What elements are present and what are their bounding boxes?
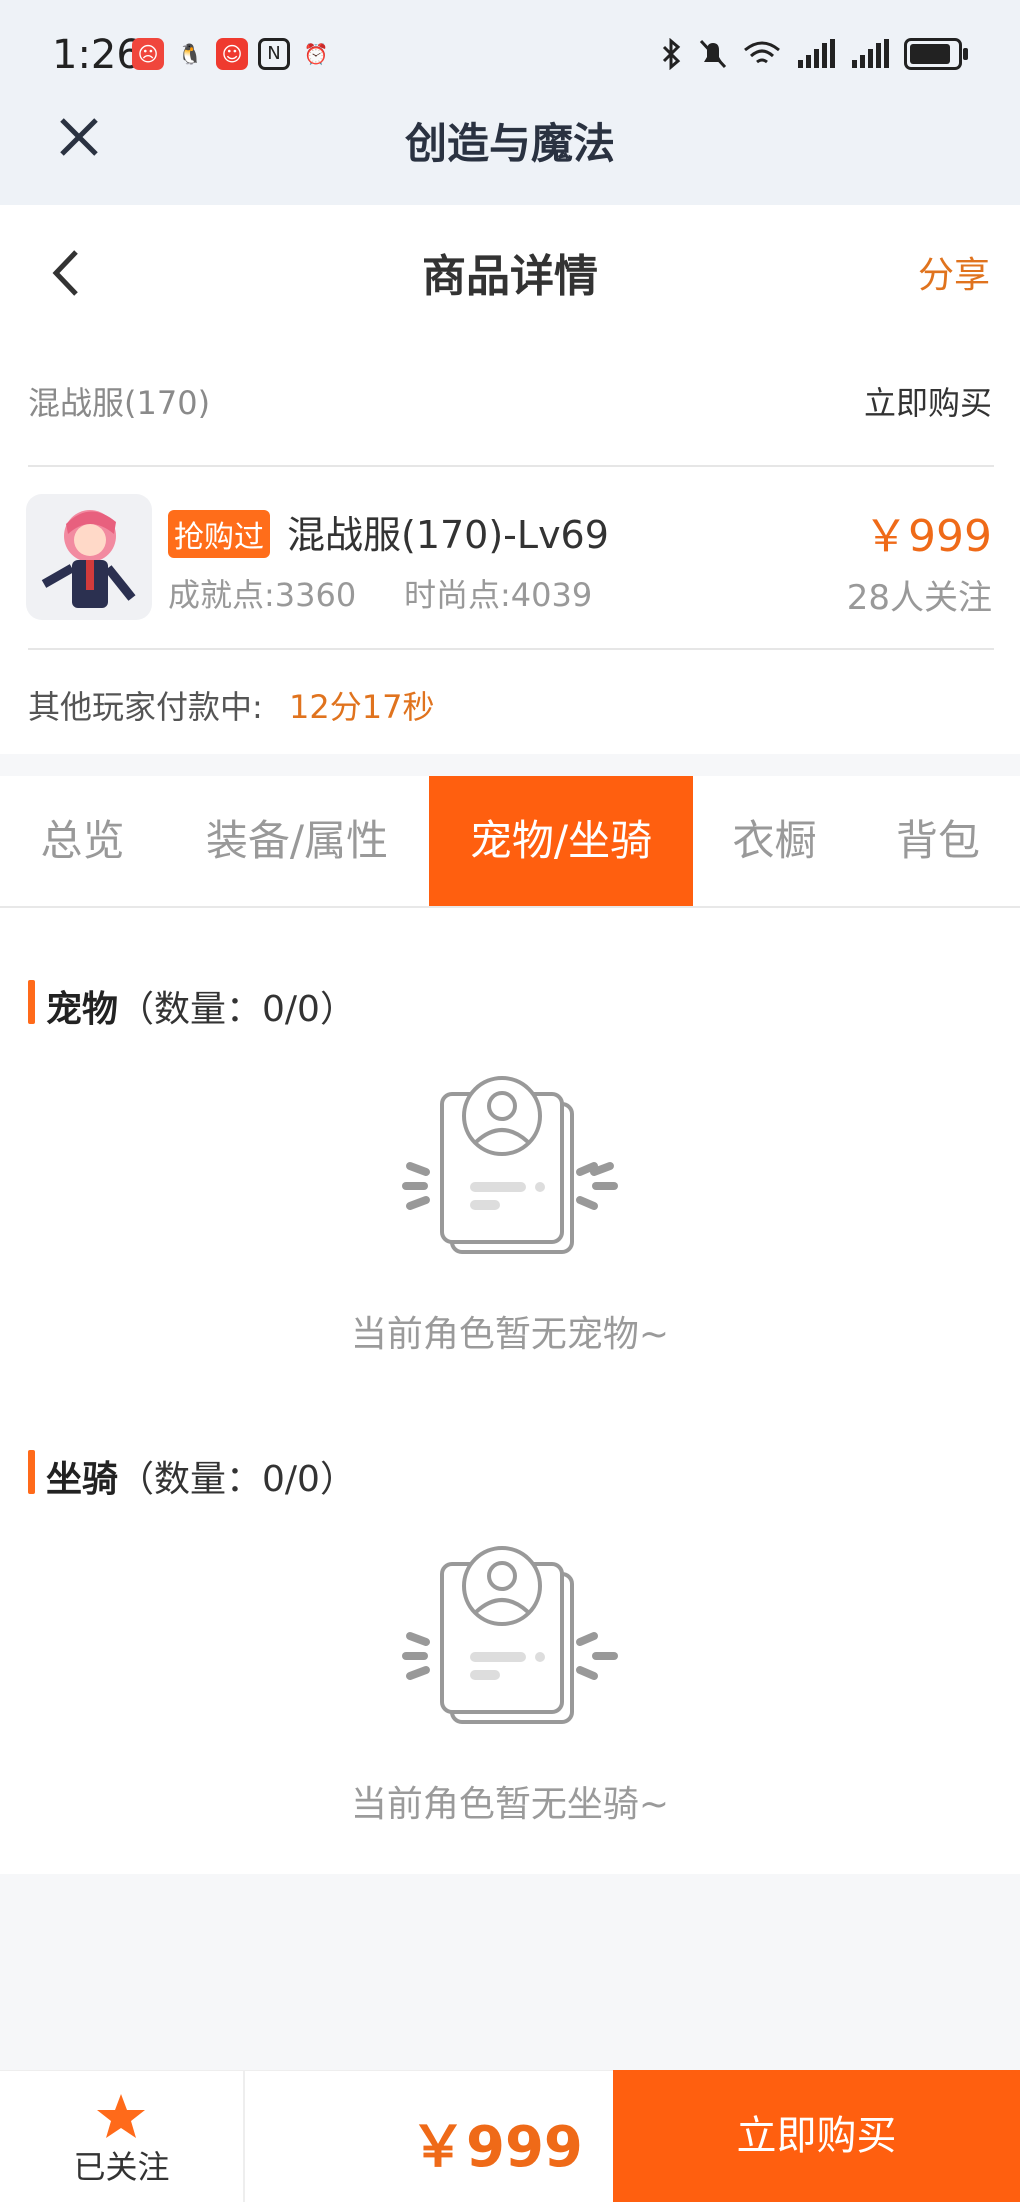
purchased-badge: 抢购过 — [168, 510, 270, 558]
alarm-icon: ⏰ — [303, 42, 329, 66]
signal-icon-2 — [852, 39, 889, 68]
tab-backpack[interactable]: 背包 — [856, 776, 1020, 906]
section-gap — [0, 754, 1020, 776]
tab-pets-mounts[interactable]: 宠物/坐骑 — [429, 776, 693, 906]
mounts-empty-message: 当前角色暂无坐骑~ — [350, 1784, 670, 1825]
lower-background — [0, 1874, 1020, 2070]
bluetooth-icon — [662, 38, 681, 70]
buy-now-button[interactable]: 立即购买 — [613, 2070, 1020, 2202]
tab-bar: 总览 装备/属性 宠物/坐骑 衣橱 背包 — [0, 776, 1020, 908]
top-band — [0, 0, 1020, 205]
fashion-points: 时尚点:4039 — [404, 576, 593, 614]
achievement-points: 成就点:3360 — [168, 576, 357, 614]
pets-count: （数量：0/0） — [118, 989, 356, 1030]
star-icon — [97, 2094, 145, 2138]
mounts-count: （数量：0/0） — [118, 1459, 356, 1500]
divider — [28, 648, 994, 650]
empty-state-icon — [402, 1546, 618, 1724]
payment-countdown: 12分17秒 — [289, 688, 435, 726]
server-name: 混战服(170) — [28, 384, 211, 422]
pets-section-title: 宠物（数量：0/0） — [46, 980, 356, 1032]
mounts-section-title: 坐骑（数量：0/0） — [46, 1450, 356, 1502]
character-avatar[interactable] — [26, 494, 152, 620]
share-button[interactable]: 分享 — [918, 246, 990, 298]
followers-count: 28人关注 — [846, 578, 992, 618]
app-title: 创造与魔法 — [404, 119, 615, 168]
pets-empty-message: 当前角色暂无宠物~ — [350, 1314, 670, 1355]
system-status — [658, 38, 968, 70]
notification-icons: ☹ 🐧 ☺ N ⏰ — [132, 38, 332, 70]
bottom-price: ￥999 — [410, 2115, 583, 2180]
buy-now-link[interactable]: 立即购买 — [864, 378, 992, 424]
follow-label: 已关注 — [73, 2148, 170, 2186]
divider — [28, 465, 994, 467]
page-title: 商品详情 — [422, 251, 598, 302]
pets-title: 宠物 — [46, 989, 119, 1030]
tab-overview[interactable]: 总览 — [0, 776, 165, 906]
app-notification-icon: ☹ — [132, 38, 164, 70]
nfc-icon: N — [258, 38, 290, 70]
item-name: 混战服(170)-Lv69 — [287, 513, 609, 557]
payment-status-label: 其他玩家付款中: — [28, 688, 263, 726]
qq-icon: 🐧 — [177, 42, 203, 66]
bot-notification-icon: ☺ — [216, 38, 248, 70]
battery-icon — [904, 38, 968, 70]
signal-icon-1 — [798, 39, 835, 68]
tab-wardrobe[interactable]: 衣橱 — [693, 776, 856, 906]
mounts-title: 坐骑 — [46, 1459, 119, 1500]
status-time: 1:26 — [52, 32, 142, 78]
tab-equipment[interactable]: 装备/属性 — [165, 776, 429, 906]
character-portrait — [41, 510, 136, 608]
wifi-icon — [744, 41, 780, 64]
item-price: ￥999 — [864, 511, 992, 562]
section-marker — [28, 1450, 35, 1494]
section-marker — [28, 980, 35, 1024]
bell-muted-icon — [699, 39, 727, 69]
empty-state-icon — [402, 1076, 618, 1254]
